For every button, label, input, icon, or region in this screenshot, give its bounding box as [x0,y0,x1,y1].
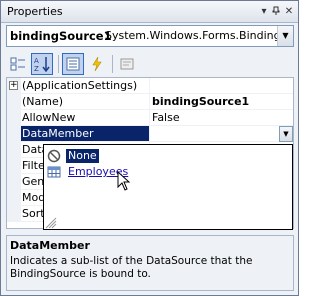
toolbar-separator [58,55,59,73]
categorized-icon [10,57,25,71]
object-name: bindingSource1 [10,29,112,43]
dropdown-item-label: None [66,149,99,163]
property-pages-icon [120,58,134,70]
property-value[interactable]: False [150,110,293,126]
property-row-allownew[interactable]: AllowNew False [7,110,293,126]
pin-icon[interactable] [270,6,282,18]
resize-grip-icon[interactable] [44,217,57,229]
alphabetical-button[interactable]: A Z [31,53,53,75]
dropdown-item-none[interactable]: None [47,148,99,164]
property-name: (ApplicationSettings) [21,78,150,94]
description-title: DataMember [10,239,90,252]
row-gutter [7,94,21,110]
chevron-down-icon[interactable]: ▼ [277,26,293,46]
dropdown-arrow-icon[interactable]: ▾ [258,6,270,18]
value-dropdown-button[interactable]: ▼ [279,126,293,142]
window-title: Properties [7,5,63,18]
property-pages-button[interactable] [116,53,138,75]
description-text: Indicates a sub-list of the DataSource t… [10,255,253,280]
toolbar: A Z [6,52,294,76]
close-icon[interactable]: ✕ [283,6,295,18]
property-name: AllowNew [21,110,150,126]
alphabetical-icon: A Z [34,57,50,72]
mouse-cursor-icon [117,171,131,191]
object-selector[interactable]: bindingSource1 System.Windows.Forms.Bind… [6,25,294,47]
description-panel: DataMember Indicates a sub-list of the D… [6,235,294,291]
title-bar: Properties ▾ ✕ [1,1,298,23]
datamember-dropdown: None Employees [43,144,293,230]
property-value[interactable] [150,126,293,142]
svg-text:A: A [34,57,39,65]
properties-button[interactable] [62,53,84,75]
table-icon [47,166,61,178]
property-value[interactable]: bindingSource1 [150,94,293,110]
row-gutter [7,158,21,174]
object-type: System.Windows.Forms.BindingSource [105,29,279,42]
property-name: DataMember [21,126,150,142]
properties-window: Properties ▾ ✕ bindingSource1 System.Win… [0,0,299,296]
properties-icon [66,57,80,71]
property-row-applicationsettings[interactable]: + (ApplicationSettings) [7,78,293,94]
toolbar-separator [112,55,113,73]
row-gutter [7,142,21,158]
expand-plus-icon[interactable]: + [9,81,18,90]
svg-text:Z: Z [34,65,39,72]
events-button[interactable] [86,53,108,75]
property-value[interactable] [150,78,293,94]
row-gutter [7,206,21,222]
row-gutter [7,174,21,190]
property-row-datamember[interactable]: DataMember ▼ [7,126,293,142]
property-row-name[interactable]: (Name) bindingSource1 [7,94,293,110]
categorized-button[interactable] [7,53,29,75]
row-gutter: + [7,78,21,94]
property-name: (Name) [21,94,150,110]
none-icon [47,149,61,163]
row-gutter [7,126,21,142]
row-gutter [7,110,21,126]
events-icon [92,57,102,71]
row-gutter [7,190,21,206]
